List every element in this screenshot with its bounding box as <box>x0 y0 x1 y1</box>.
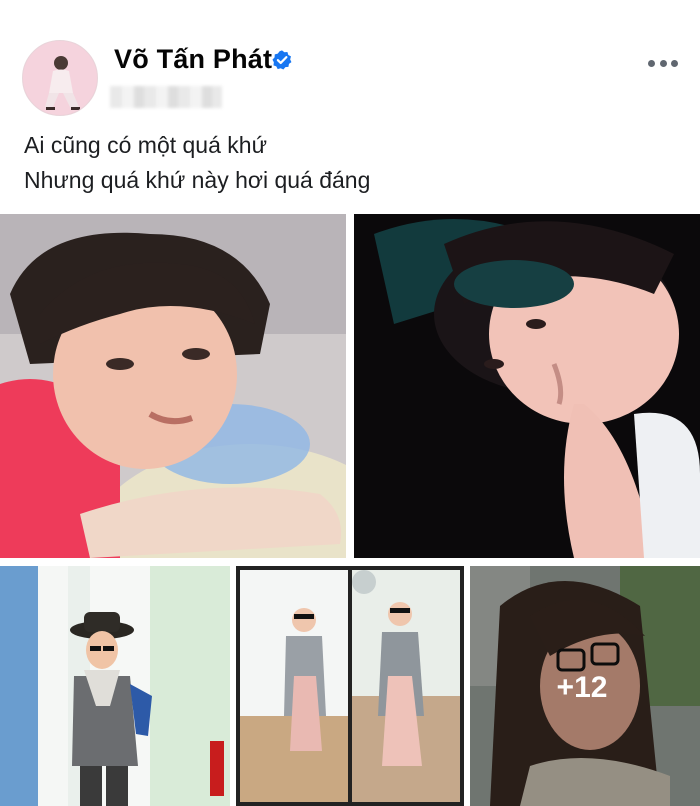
more-photos-count: +12 <box>556 671 608 704</box>
facebook-post: Võ Tấn Phát Ai cũng có một quá khứ Nhưng… <box>0 0 700 806</box>
caption-line-1: Ai cũng có một quá khứ <box>24 132 267 158</box>
more-options-button[interactable] <box>644 50 682 76</box>
more-options-icon <box>671 59 678 67</box>
author-avatar[interactable] <box>22 40 98 116</box>
timestamp-blurred <box>110 86 222 108</box>
post-photo-4[interactable] <box>236 566 464 806</box>
caption-line-2: Nhưng quá khứ này hơi quá đáng <box>24 167 371 193</box>
post-caption: Ai cũng có một quá khứ Nhưng quá khứ này… <box>24 128 370 198</box>
post-header: Võ Tấn Phát <box>0 0 700 120</box>
photo-1-image <box>0 214 346 558</box>
photo-3-image <box>0 566 230 806</box>
more-options-icon <box>648 59 655 67</box>
post-photo-2[interactable] <box>354 214 700 558</box>
author-name[interactable]: Võ Tấn Phát <box>114 44 272 75</box>
post-photo-3[interactable] <box>0 566 230 806</box>
more-options-icon <box>659 59 667 67</box>
avatar-figure-icon <box>23 41 97 115</box>
verified-badge-icon <box>272 50 292 70</box>
photo-2-image <box>354 214 700 558</box>
more-photos-overlay[interactable]: +12 <box>470 566 700 806</box>
photo-4-image <box>236 566 464 806</box>
post-photo-1[interactable] <box>0 214 346 558</box>
